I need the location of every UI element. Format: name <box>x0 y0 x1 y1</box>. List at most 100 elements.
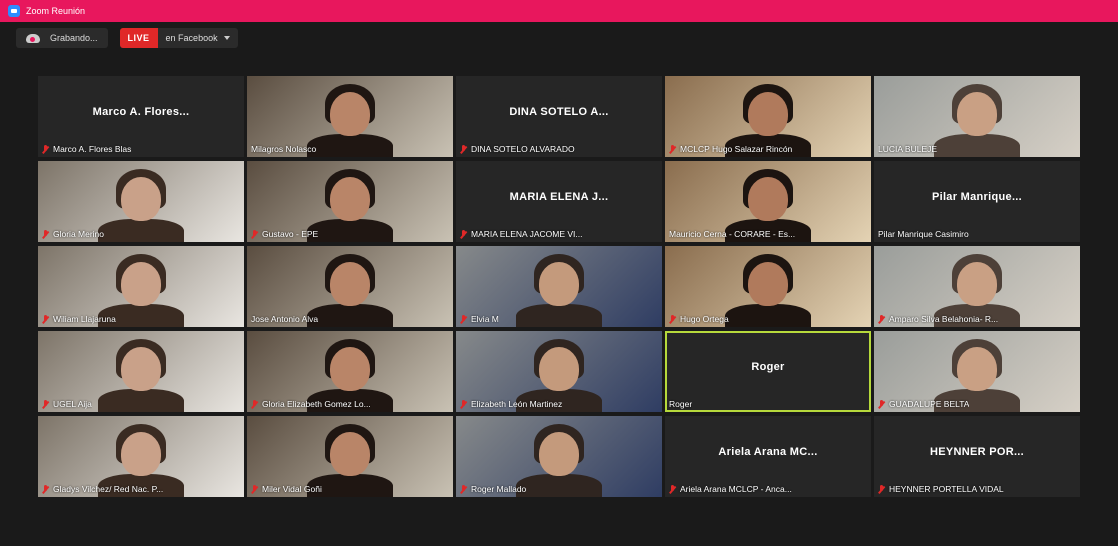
live-badge: LIVE <box>119 28 158 48</box>
muted-mic-icon <box>42 314 49 324</box>
participant-name: Mauricio Cerna - CORARE - Es... <box>669 229 796 239</box>
participant-tile[interactable]: Gladys Vilchez/ Red Nac. P... <box>38 416 244 497</box>
cloud-record-icon <box>26 33 40 43</box>
participant-name-label: DINA SOTELO ALVARADO <box>460 144 575 154</box>
participant-name: Gloria Merino <box>53 229 105 239</box>
participant-name-label: GUADALUPE BELTA <box>878 399 969 409</box>
window-title: Zoom Reunión <box>26 6 86 16</box>
participant-name: Gladys Vilchez/ Red Nac. P... <box>53 484 164 494</box>
muted-mic-icon <box>878 399 885 409</box>
muted-mic-icon <box>669 144 676 154</box>
muted-mic-icon <box>460 144 467 154</box>
participant-name-label: Gloria Elizabeth Gomez Lo... <box>251 399 371 409</box>
participant-tile[interactable]: Ariela Arana MC... Ariela Arana MCLCP - A… <box>665 416 871 497</box>
participant-tile[interactable]: MCLCP Hugo Salazar Rincón <box>665 76 871 157</box>
participant-display-name: Ariela Arana MC... <box>718 446 818 458</box>
bottom-bar <box>0 526 1118 546</box>
participant-tile[interactable]: UGEL Aija <box>38 331 244 412</box>
participant-name-label: LUCIA BULEJE <box>878 144 937 154</box>
participant-tile[interactable]: Mauricio Cerna - CORARE - Es... <box>665 161 871 242</box>
participant-tile[interactable]: HEYNNER POR... HEYNNER PORTELLA VIDAL <box>874 416 1080 497</box>
muted-mic-icon <box>42 229 49 239</box>
participant-name: Elvia M <box>471 314 499 324</box>
participant-name: Milagros Nolasco <box>251 144 317 154</box>
participant-name-label: Elizabeth León Martinez <box>460 399 562 409</box>
recording-label: Grabando... <box>50 33 98 43</box>
participant-name-label: Roger Mallado <box>460 484 526 494</box>
participant-name: Gustavo - EPE <box>262 229 319 239</box>
participant-name-label: Marco A. Flores Blas <box>42 144 131 154</box>
live-stream-control[interactable]: LIVE en Facebook <box>119 28 238 48</box>
participant-tile[interactable]: Gustavo - EPE <box>247 161 453 242</box>
participant-name-label: Miler Vidal Goñi <box>251 484 322 494</box>
participant-tile[interactable]: Hugo Ortega <box>665 246 871 327</box>
participant-tile[interactable]: Amparo Silva Belahonia- R... <box>874 246 1080 327</box>
participant-display-name: DINA SOTELO A... <box>509 106 609 118</box>
participant-tile[interactable]: Roger Mallado <box>456 416 662 497</box>
participant-tile[interactable]: Jose Antonio Alva <box>247 246 453 327</box>
live-destination-dropdown[interactable]: en Facebook <box>158 33 238 43</box>
participant-name: Jose Antonio Alva <box>251 314 319 324</box>
participant-name: LUCIA BULEJE <box>878 144 938 154</box>
participant-name: Wiliam Llajaruna <box>53 314 116 324</box>
participant-name-label: UGEL Aija <box>42 399 92 409</box>
muted-mic-icon <box>251 229 258 239</box>
muted-mic-icon <box>669 484 676 494</box>
participant-name: Roger <box>669 399 693 409</box>
muted-mic-icon <box>460 314 467 324</box>
participant-tile[interactable]: Roger Roger <box>665 331 871 412</box>
muted-mic-icon <box>669 314 676 324</box>
recording-indicator[interactable]: Grabando... <box>16 28 108 48</box>
participant-tile[interactable]: Wiliam Llajaruna <box>38 246 244 327</box>
participant-name: HEYNNER PORTELLA VIDAL <box>889 484 1004 494</box>
participant-tile[interactable]: MARIA ELENA J... MARIA ELENA JACOME VI... <box>456 161 662 242</box>
participant-name-label: HEYNNER PORTELLA VIDAL <box>878 484 1004 494</box>
participant-display-name: MARIA ELENA J... <box>509 191 609 203</box>
chevron-down-icon <box>223 36 230 40</box>
participant-name: Elizabeth León Martinez <box>471 399 563 409</box>
participant-tile[interactable]: Marco A. Flores... Marco A. Flores Blas <box>38 76 244 157</box>
participant-display-name: HEYNNER POR... <box>929 446 1025 458</box>
participant-name: MCLCP Hugo Salazar Rincón <box>680 144 793 154</box>
participant-name-label: Gloria Merino <box>42 229 104 239</box>
participant-name: MARIA ELENA JACOME VI... <box>471 229 583 239</box>
participant-name: Miler Vidal Goñi <box>262 484 322 494</box>
participant-tile[interactable]: Elvia M <box>456 246 662 327</box>
participant-tile[interactable]: Miler Vidal Goñi <box>247 416 453 497</box>
participant-name: GUADALUPE BELTA <box>889 399 970 409</box>
participant-tile[interactable]: DINA SOTELO A... DINA SOTELO ALVARADO <box>456 76 662 157</box>
live-destination-label: en Facebook <box>165 33 218 43</box>
gallery-view: Marco A. Flores... Marco A. Flores Blas Mi… <box>38 76 1080 497</box>
participant-name-label: Gustavo - EPE <box>251 229 318 239</box>
meeting-toolbar: Grabando... LIVE en Facebook <box>0 22 1118 54</box>
participant-name: Pilar Manrique Casimiro <box>878 229 969 239</box>
participant-tile[interactable]: Gloria Merino <box>38 161 244 242</box>
participant-name-label: Milagros Nolasco <box>251 144 316 154</box>
participant-name-label: Elvia M <box>460 314 499 324</box>
participant-name: Hugo Ortega <box>680 314 729 324</box>
participant-name: Roger Mallado <box>471 484 527 494</box>
participant-name-label: Hugo Ortega <box>669 314 729 324</box>
participant-name: Marco A. Flores Blas <box>53 144 132 154</box>
participant-name: UGEL Aija <box>53 399 92 409</box>
participant-tile[interactable]: Pilar Manrique... Pilar Manrique Casimiro <box>874 161 1080 242</box>
muted-mic-icon <box>878 314 885 324</box>
participant-tile[interactable]: LUCIA BULEJE <box>874 76 1080 157</box>
participant-tile[interactable]: Gloria Elizabeth Gomez Lo... <box>247 331 453 412</box>
muted-mic-icon <box>251 484 258 494</box>
muted-mic-icon <box>460 229 467 239</box>
participant-name: Gloria Elizabeth Gomez Lo... <box>262 399 371 409</box>
participant-tile[interactable]: Milagros Nolasco <box>247 76 453 157</box>
participant-display-name: Roger <box>751 361 785 373</box>
participant-name-label: Pilar Manrique Casimiro <box>878 229 969 239</box>
participant-name-label: Jose Antonio Alva <box>251 314 318 324</box>
participant-name-label: Wiliam Llajaruna <box>42 314 116 324</box>
window-titlebar: Zoom Reunión <box>0 0 1118 22</box>
participant-name-label: Gladys Vilchez/ Red Nac. P... <box>42 484 163 494</box>
participant-name-label: MARIA ELENA JACOME VI... <box>460 229 582 239</box>
zoom-logo-icon <box>8 5 20 17</box>
participant-tile[interactable]: Elizabeth León Martinez <box>456 331 662 412</box>
muted-mic-icon <box>460 484 467 494</box>
participant-tile[interactable]: GUADALUPE BELTA <box>874 331 1080 412</box>
participant-display-name: Pilar Manrique... <box>931 191 1023 203</box>
